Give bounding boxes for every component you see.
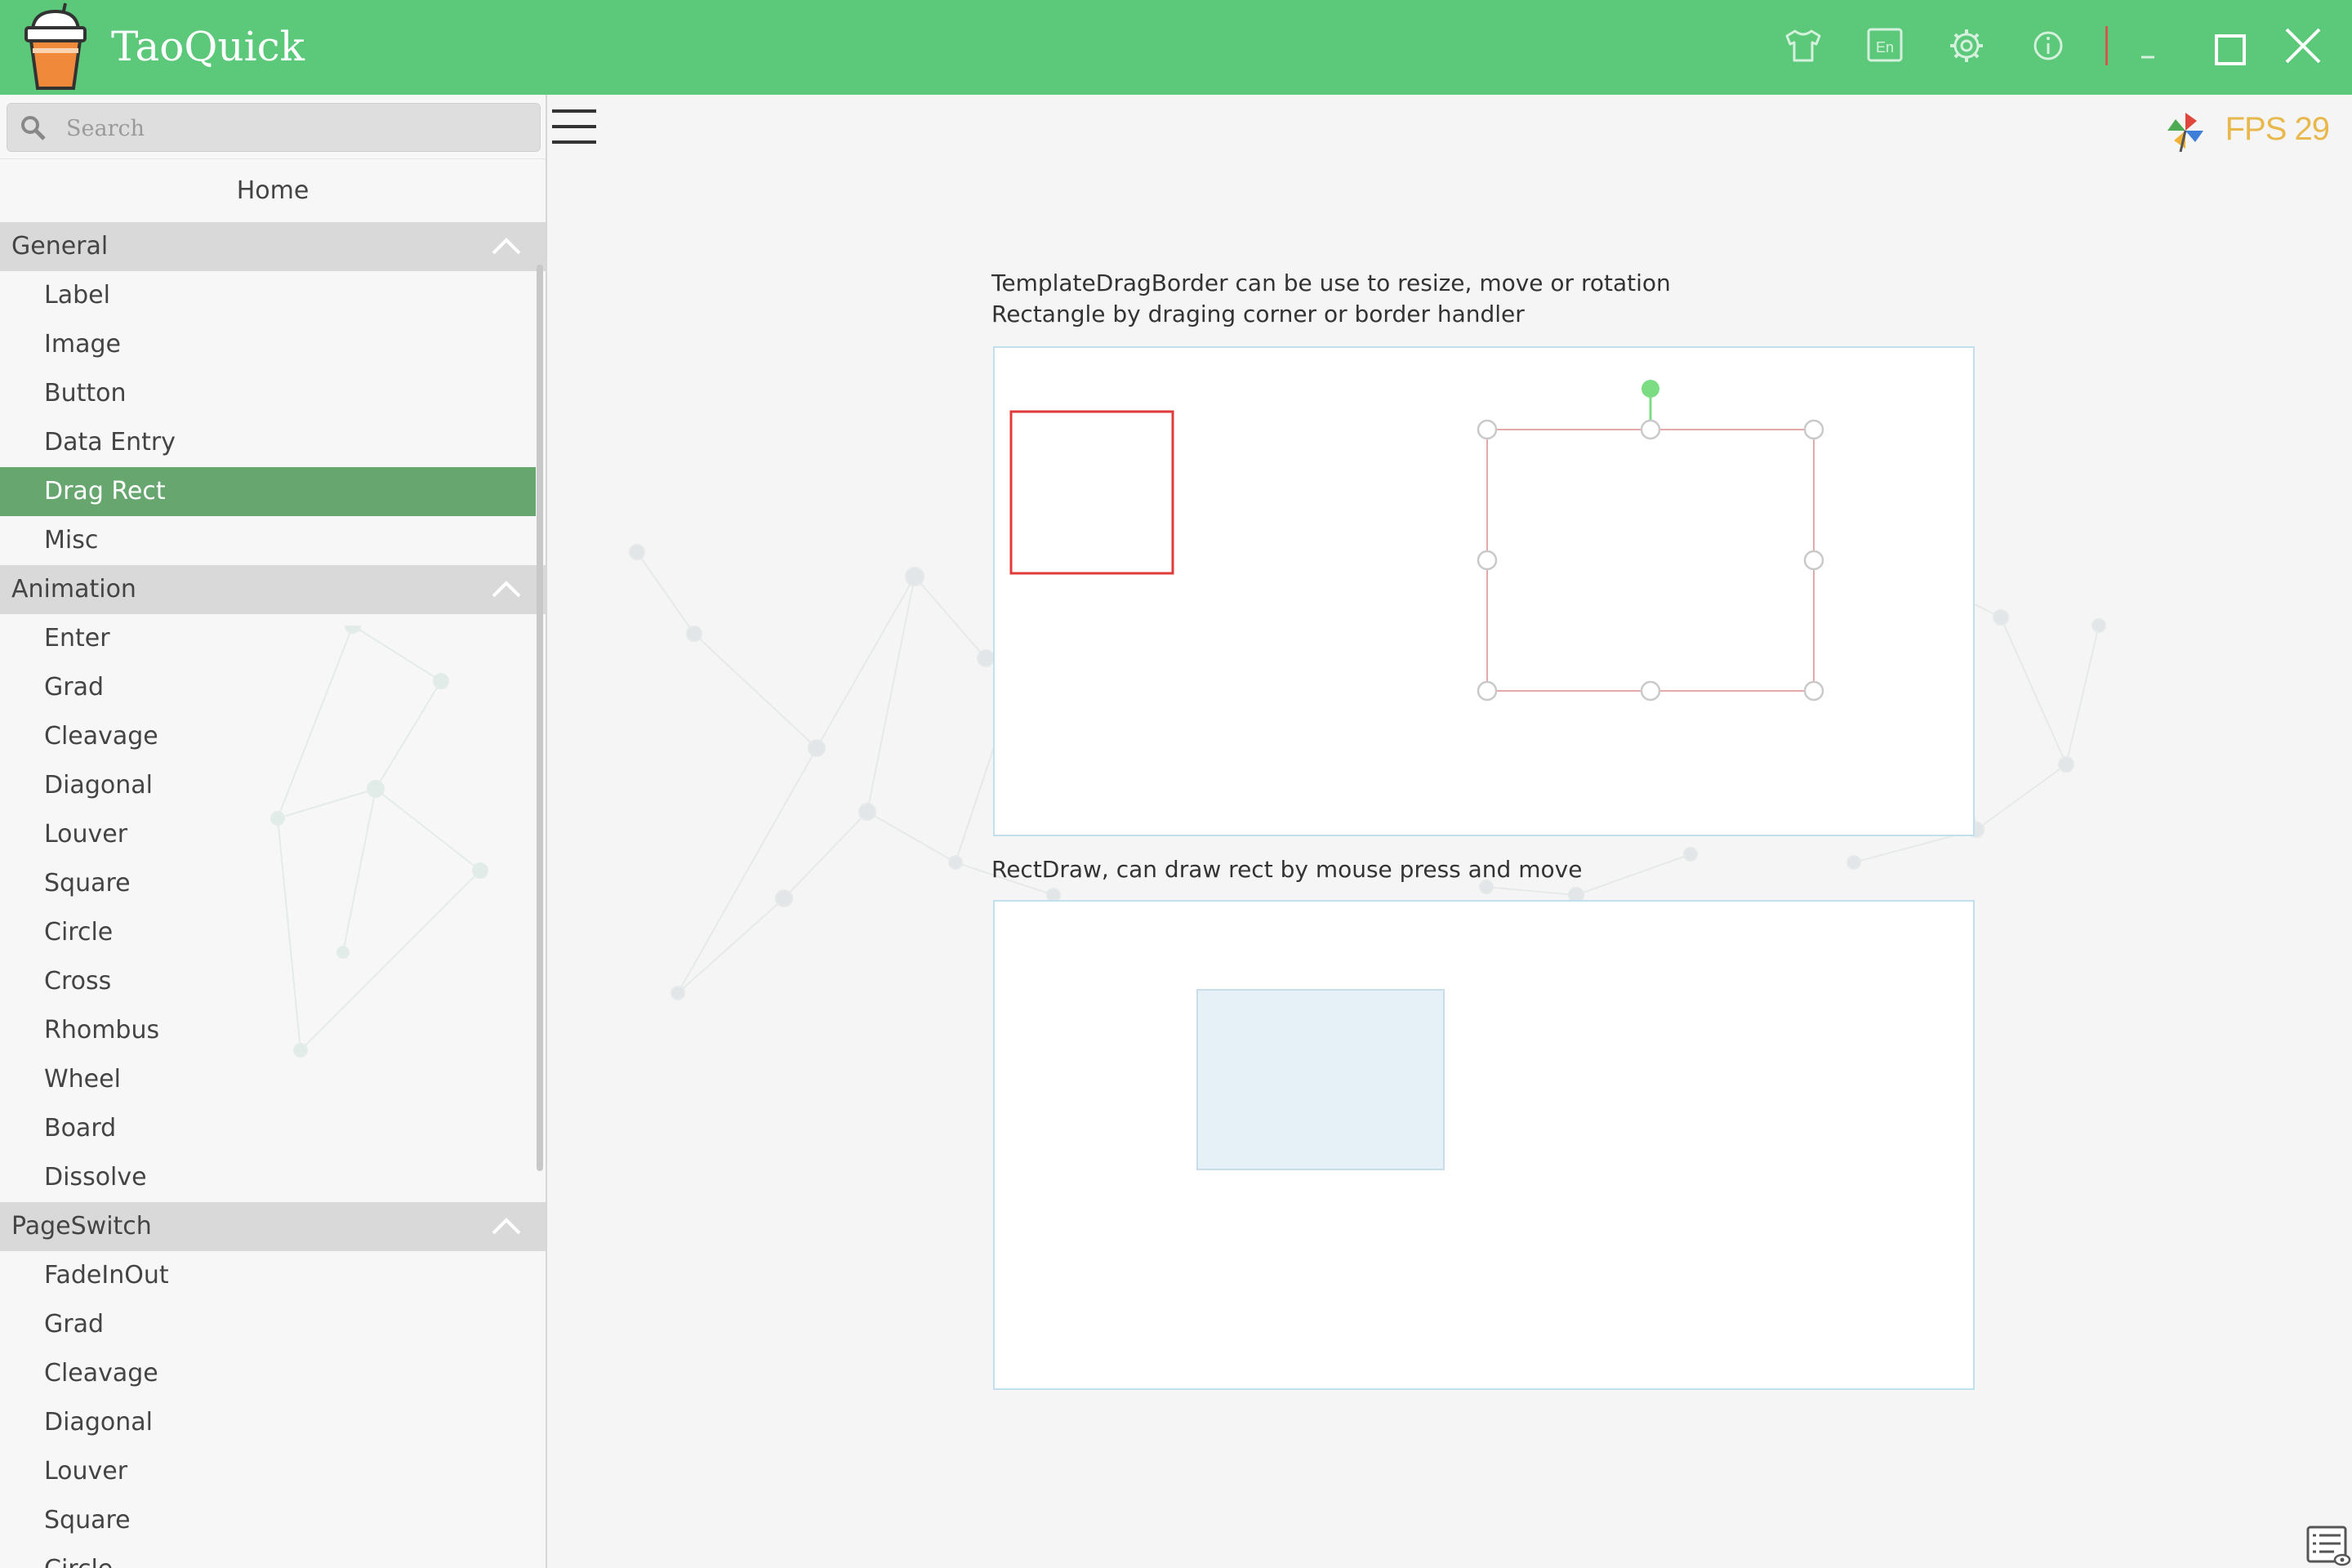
nav-item-square[interactable]: Square bbox=[0, 1496, 536, 1545]
nav-item-drag-rect[interactable]: Drag Rect bbox=[0, 467, 536, 516]
rect-draw-canvas bbox=[1196, 989, 1445, 1170]
nav-item-circle[interactable]: Circle bbox=[0, 908, 536, 957]
search-icon bbox=[21, 116, 46, 140]
close-icon bbox=[2285, 28, 2321, 64]
nav-item-grad[interactable]: Grad bbox=[0, 663, 536, 712]
language-button[interactable]: En bbox=[1860, 21, 1909, 70]
menu-icon[interactable] bbox=[550, 106, 598, 147]
resize-handle bbox=[1640, 680, 1661, 702]
resize-handle bbox=[1803, 550, 1824, 571]
main-content: FPS 29 TemplateDragBorder can be use to … bbox=[547, 95, 2352, 1568]
nav-item-circle[interactable]: Circle bbox=[0, 1545, 536, 1568]
maximize-icon bbox=[2215, 34, 2246, 65]
resize-handle bbox=[1640, 419, 1661, 440]
drag-rect-border bbox=[1486, 429, 1815, 692]
info-icon bbox=[2034, 31, 2063, 60]
rect-draw-description: RectDraw, can draw rect by mouse press a… bbox=[991, 856, 1583, 883]
fps-indicator: FPS 29 bbox=[2149, 105, 2330, 154]
nav-item-diagonal[interactable]: Diagonal bbox=[0, 761, 536, 810]
nav-item-cleavage[interactable]: Cleavage bbox=[0, 1349, 536, 1398]
minimize-button[interactable] bbox=[2123, 21, 2172, 70]
nav-item-diagonal[interactable]: Diagonal bbox=[0, 1398, 536, 1447]
nav-item-dissolve[interactable]: Dissolve bbox=[0, 1153, 536, 1202]
nav-item-board[interactable]: Board bbox=[0, 1104, 536, 1153]
fps-label: FPS 29 bbox=[2225, 111, 2330, 147]
log-list-icon[interactable] bbox=[2303, 1519, 2352, 1568]
nav-item-louver[interactable]: Louver bbox=[0, 810, 536, 859]
nav-item-fadeinout[interactable]: FadeInOut bbox=[0, 1251, 536, 1300]
chevron-up-icon bbox=[492, 1218, 521, 1235]
app-logo-icon bbox=[24, 2, 87, 90]
group-header-animation[interactable]: Animation bbox=[0, 565, 546, 614]
about-button[interactable] bbox=[2024, 21, 2073, 70]
skin-button[interactable] bbox=[1779, 21, 1828, 70]
group-label: Animation bbox=[11, 575, 136, 604]
close-button[interactable] bbox=[2278, 21, 2328, 70]
group-header-general[interactable]: General bbox=[0, 222, 546, 271]
rotate-handle bbox=[1642, 380, 1659, 398]
drawn-rectangle bbox=[1196, 989, 1445, 1170]
drag-border-description: TemplateDragBorder can be use to resize,… bbox=[991, 268, 1671, 330]
minimize-icon bbox=[2141, 56, 2154, 59]
group-label: PageSwitch bbox=[11, 1212, 152, 1241]
sidebar-scrollbar[interactable] bbox=[537, 265, 543, 1171]
nav-item-label[interactable]: Label bbox=[0, 271, 536, 320]
nav-home[interactable]: Home bbox=[0, 158, 546, 223]
app-title: TaoQuick bbox=[111, 23, 305, 70]
nav-item-misc[interactable]: Misc bbox=[0, 516, 536, 565]
nav-item-button[interactable]: Button bbox=[0, 369, 536, 418]
resize-handle bbox=[1477, 550, 1498, 571]
nav-item-enter[interactable]: Enter bbox=[0, 614, 536, 663]
svg-text:En: En bbox=[1876, 39, 1894, 56]
nav-item-grad[interactable]: Grad bbox=[0, 1300, 536, 1349]
search-box[interactable] bbox=[7, 103, 541, 153]
group-label: General bbox=[11, 232, 109, 261]
nav-item-rhombus[interactable]: Rhombus bbox=[0, 1006, 536, 1055]
maximize-button[interactable] bbox=[2205, 21, 2254, 70]
nav-item-cross[interactable]: Cross bbox=[0, 957, 536, 1006]
resize-handle bbox=[1477, 680, 1498, 702]
pinwheel-icon bbox=[2167, 113, 2203, 152]
description-line: TemplateDragBorder can be use to resize,… bbox=[991, 270, 1671, 296]
drag-border-panel[interactable] bbox=[993, 346, 1975, 836]
shirt-icon bbox=[1785, 29, 1821, 62]
settings-button[interactable] bbox=[1942, 21, 1991, 70]
nav-item-square[interactable]: Square bbox=[0, 859, 536, 908]
red-rectangle bbox=[1009, 410, 1174, 575]
sidebar: Home General Label Image Button Data Ent… bbox=[0, 95, 547, 1568]
resize-handle bbox=[1803, 419, 1824, 440]
nav-item-wheel[interactable]: Wheel bbox=[0, 1055, 536, 1104]
nav-item-image[interactable]: Image bbox=[0, 320, 536, 369]
chevron-up-icon bbox=[492, 238, 521, 255]
language-en-icon: En bbox=[1867, 28, 1903, 62]
rect-draw-panel[interactable] bbox=[993, 900, 1975, 1390]
search-input[interactable] bbox=[65, 104, 525, 153]
nav-item-cleavage[interactable]: Cleavage bbox=[0, 712, 536, 761]
chevron-up-icon bbox=[492, 581, 521, 598]
group-header-pageswitch[interactable]: PageSwitch bbox=[0, 1202, 546, 1251]
description-line: Rectangle by draging corner or border ha… bbox=[991, 301, 1525, 327]
nav-item-louver[interactable]: Louver bbox=[0, 1447, 536, 1496]
title-bar: TaoQuick En bbox=[0, 0, 2352, 95]
resize-handle bbox=[1803, 680, 1824, 702]
gear-icon bbox=[1950, 29, 1983, 62]
nav-item-data-entry[interactable]: Data Entry bbox=[0, 418, 536, 467]
resize-handle bbox=[1477, 419, 1498, 440]
drag-border-canvas bbox=[1009, 380, 1824, 702]
titlebar-separator bbox=[2105, 26, 2108, 65]
